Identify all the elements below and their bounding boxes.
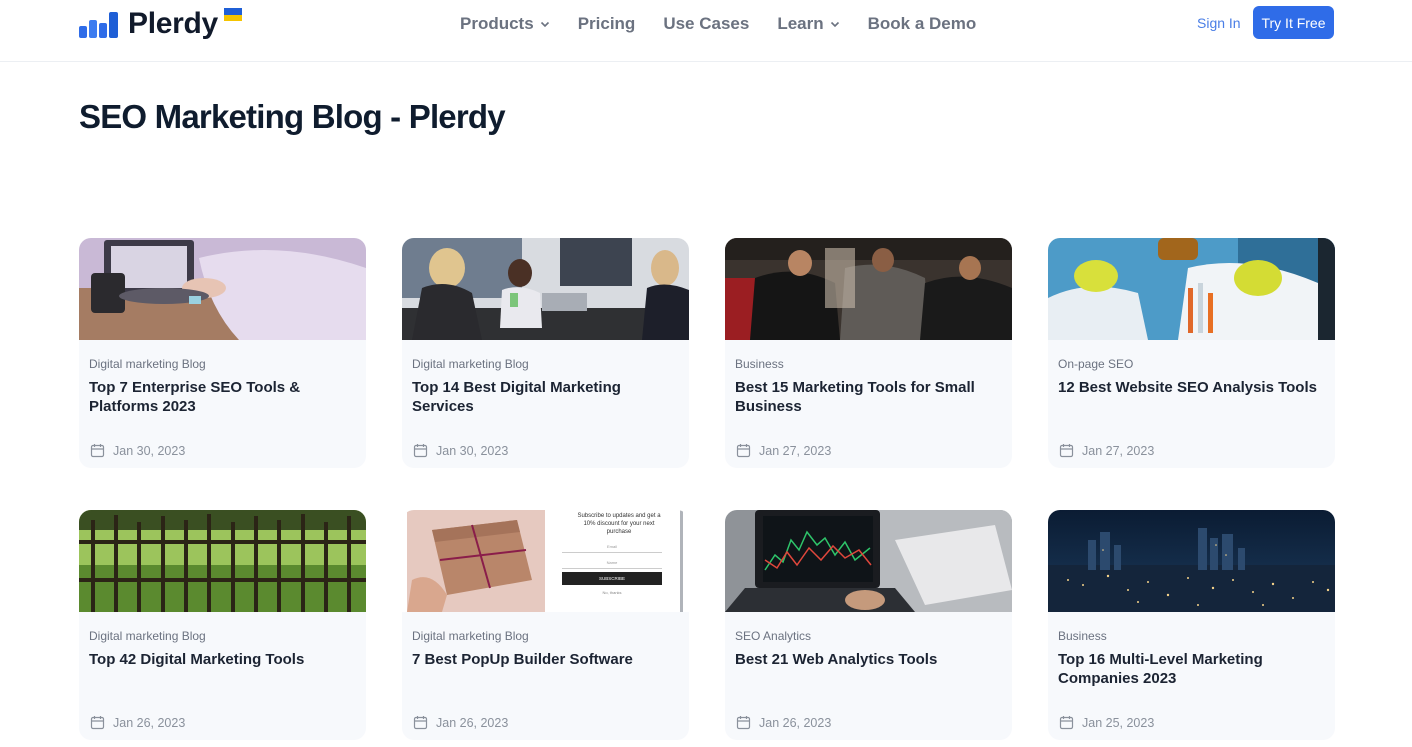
main-nav: Products Pricing Use Cases Learn Book a … — [460, 12, 1004, 36]
popup-name-field: Name — [562, 556, 662, 569]
popup-preview: Subscribe to updates and get a 10% disco… — [550, 510, 678, 612]
site-header: Plerdy Products Pricing Use Cases Learn … — [0, 0, 1412, 62]
popup-text: Subscribe to updates and get a — [577, 513, 661, 519]
card-image-trading-laptop — [725, 510, 1012, 612]
card-category[interactable]: Business — [735, 357, 784, 371]
card-title[interactable]: Top 16 Multi-Level Marketing Companies 2… — [1058, 650, 1328, 688]
card-date: Jan 27, 2023 — [736, 443, 831, 458]
card-image-laboratory — [1048, 238, 1335, 340]
card-image-laptop-typing — [79, 238, 366, 340]
card-category[interactable]: SEO Analytics — [735, 629, 811, 643]
popup-footer: No, thanks — [602, 590, 622, 595]
card-title[interactable]: Top 14 Best Digital Marketing Services — [412, 378, 682, 416]
calendar-icon — [90, 444, 105, 458]
card-title[interactable]: 12 Best Website SEO Analysis Tools — [1058, 378, 1328, 397]
card-image-gift-popup: Subscribe to updates and get a 10% disco… — [402, 510, 689, 612]
card-date: Jan 30, 2023 — [413, 443, 508, 458]
sign-in-link[interactable]: Sign In — [1197, 15, 1241, 31]
calendar-icon — [413, 716, 428, 730]
blog-card[interactable]: Business Top 16 Multi-Level Marketing Co… — [1048, 510, 1335, 740]
card-date: Jan 26, 2023 — [736, 715, 831, 730]
card-image-city-night — [1048, 510, 1335, 612]
card-image-garden-fence — [79, 510, 366, 612]
card-date: Jan 30, 2023 — [90, 443, 185, 458]
calendar-icon — [413, 444, 428, 458]
card-category[interactable]: Digital marketing Blog — [89, 629, 206, 643]
nav-learn[interactable]: Learn — [777, 14, 839, 34]
card-category[interactable]: Digital marketing Blog — [89, 357, 206, 371]
card-image-barbershop — [725, 238, 1012, 340]
page-title: SEO Marketing Blog - Plerdy — [79, 98, 506, 135]
calendar-icon — [736, 716, 751, 730]
blog-card[interactable]: Digital marketing Blog Top 42 Digital Ma… — [79, 510, 366, 740]
nav-book-demo[interactable]: Book a Demo — [868, 14, 977, 34]
logo[interactable]: Plerdy — [79, 6, 242, 42]
card-category[interactable]: Business — [1058, 629, 1107, 643]
card-image-office-team — [402, 238, 689, 340]
nav-products[interactable]: Products — [460, 14, 550, 34]
calendar-icon — [736, 444, 751, 458]
blog-card[interactable]: Business Best 15 Marketing Tools for Sma… — [725, 238, 1012, 468]
calendar-icon — [90, 716, 105, 730]
popup-text: 10% discount for your next — [583, 521, 655, 527]
card-date: Jan 27, 2023 — [1059, 443, 1154, 458]
card-category[interactable]: Digital marketing Blog — [412, 357, 529, 371]
card-title[interactable]: Best 15 Marketing Tools for Small Busine… — [735, 378, 1005, 416]
card-title[interactable]: Top 7 Enterprise SEO Tools & Platforms 2… — [89, 378, 359, 416]
card-date: Jan 26, 2023 — [90, 715, 185, 730]
card-title[interactable]: Best 21 Web Analytics Tools — [735, 650, 1005, 669]
blog-card[interactable]: Digital marketing Blog Top 14 Best Digit… — [402, 238, 689, 468]
chevron-down-icon — [830, 21, 839, 28]
card-date: Jan 26, 2023 — [413, 715, 508, 730]
plerdy-logo-icon — [79, 12, 118, 38]
popup-subscribe-button: SUBSCRIBE — [562, 572, 662, 585]
calendar-icon — [1059, 444, 1074, 458]
calendar-icon — [1059, 716, 1074, 730]
card-title[interactable]: Top 42 Digital Marketing Tools — [89, 650, 359, 669]
ukraine-flag-icon — [224, 8, 242, 21]
logo-text: Plerdy — [128, 7, 218, 40]
blog-card[interactable]: Subscribe to updates and get a 10% disco… — [402, 510, 689, 740]
card-date: Jan 25, 2023 — [1059, 715, 1154, 730]
nav-use-cases[interactable]: Use Cases — [663, 14, 749, 34]
blog-card[interactable]: On-page SEO 12 Best Website SEO Analysis… — [1048, 238, 1335, 468]
try-it-free-button[interactable]: Try It Free — [1253, 6, 1334, 39]
card-title[interactable]: 7 Best PopUp Builder Software — [412, 650, 682, 669]
blog-card[interactable]: SEO Analytics Best 21 Web Analytics Tool… — [725, 510, 1012, 740]
blog-card[interactable]: Digital marketing Blog Top 7 Enterprise … — [79, 238, 366, 468]
card-category[interactable]: Digital marketing Blog — [412, 629, 529, 643]
chevron-down-icon — [540, 21, 549, 28]
popup-email-field: Email — [562, 540, 662, 553]
popup-text: purchase — [606, 529, 632, 535]
card-category[interactable]: On-page SEO — [1058, 357, 1133, 371]
nav-pricing[interactable]: Pricing — [578, 14, 636, 34]
